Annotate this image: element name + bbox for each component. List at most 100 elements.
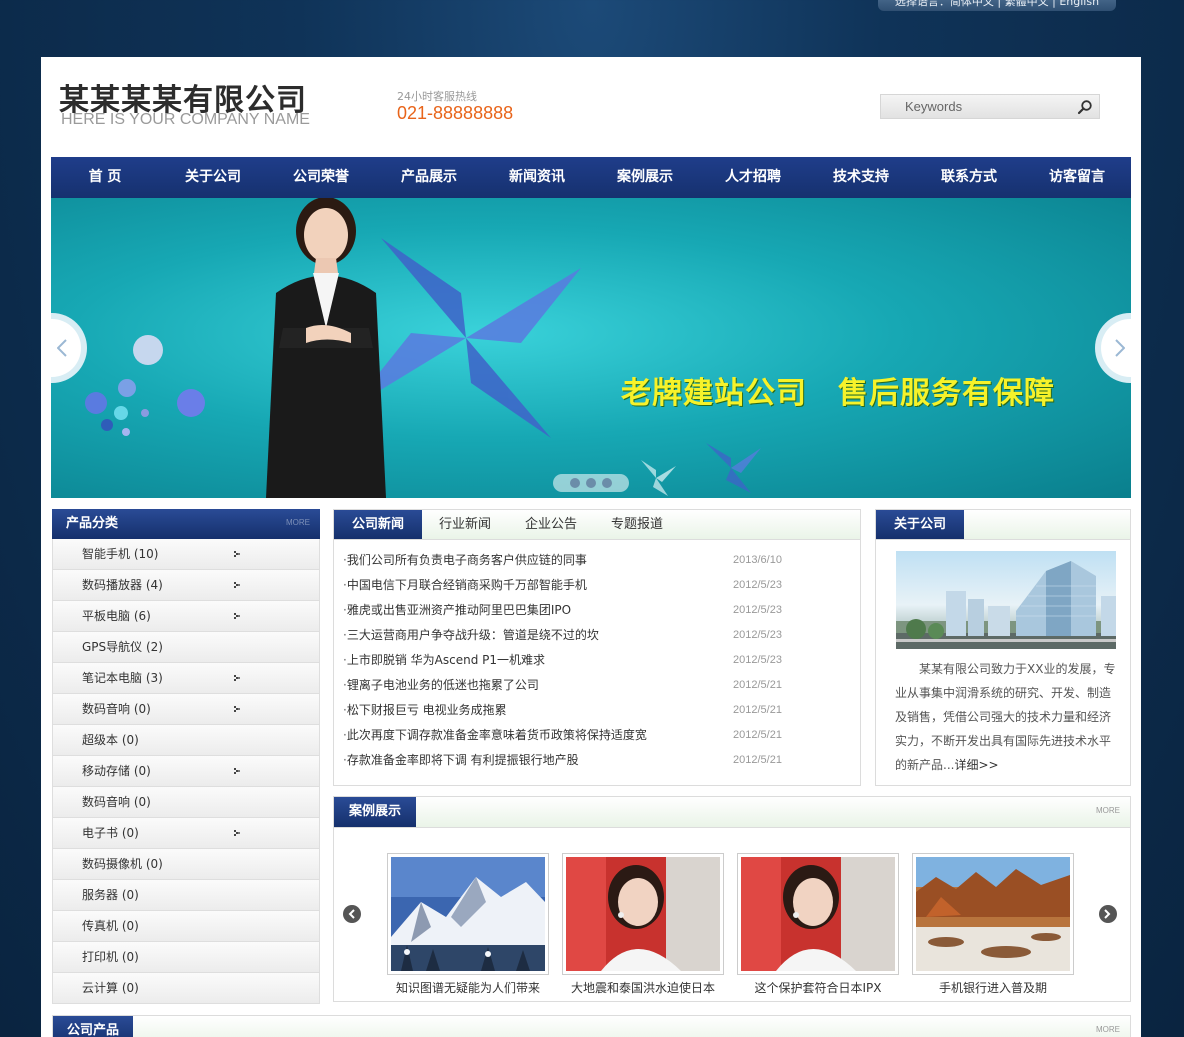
news-title[interactable]: 存款准备金率即将下调 有利提振银行地产股 <box>347 753 579 767</box>
cases-panel: 案例展示 MORE 知识图谱无疑能为人们带来 大地震和泰国洪水迫使日本 这个保护套符… <box>333 796 1131 1002</box>
category-item[interactable]: 云计算 (0) <box>52 973 320 1004</box>
case-caption[interactable]: 大地震和泰国洪水迫使日本 <box>562 979 724 996</box>
case-caption[interactable]: 这个保护套符合日本IPX <box>737 979 899 996</box>
nav-guestbook[interactable]: 访客留言 <box>1023 157 1131 198</box>
about-header: 关于公司 <box>876 510 1130 540</box>
nav-contact[interactable]: 联系方式 <box>915 157 1023 198</box>
chevron-right-icon <box>1115 339 1125 357</box>
hero-banner: 老牌建站公司 售后服务有保障 <box>51 198 1131 498</box>
case-thumbnail[interactable] <box>562 853 724 975</box>
banner-dot-2[interactable] <box>586 478 596 488</box>
tab-industry-news[interactable]: 行业新闻 <box>422 510 508 539</box>
banner-artwork <box>85 198 761 498</box>
category-item[interactable]: 平板电脑 (6) <box>52 601 320 632</box>
category-item[interactable]: 数码音响 (0) <box>52 694 320 725</box>
cases-title: 案例展示 <box>334 797 417 827</box>
case-thumbnail[interactable] <box>912 853 1074 975</box>
category-item[interactable]: 数码播放器 (4) <box>52 570 320 601</box>
category-item[interactable]: GPS导航仪 (2) <box>52 632 320 663</box>
nav-news[interactable]: 新闻资讯 <box>483 157 591 198</box>
news-item[interactable]: ·锂离子电池业务的低迷也拖累了公司 2012/5/21 <box>343 673 852 698</box>
category-item[interactable]: 数码摄像机 (0) <box>52 849 320 880</box>
case-item[interactable]: 手机银行进入普及期 <box>912 853 1074 996</box>
case-caption[interactable]: 手机银行进入普及期 <box>912 979 1074 996</box>
banner-dot-3[interactable] <box>602 478 612 488</box>
nav-products[interactable]: 产品展示 <box>375 157 483 198</box>
news-item[interactable]: ·三大运营商用户争夺战升级：管道是绕不过的坎 2012/5/23 <box>343 623 852 648</box>
about-more-link[interactable]: 详细>> <box>954 758 998 772</box>
news-item[interactable]: ·雅虎或出售亚洲资产推动阿里巴巴集团IPO 2012/5/23 <box>343 598 852 623</box>
category-item[interactable]: 服务器 (0) <box>52 880 320 911</box>
case-item[interactable]: 这个保护套符合日本IPX <box>737 853 899 996</box>
news-title[interactable]: 此次再度下调存款准备金率意味着货币政策将保持适度宽 <box>347 728 647 742</box>
about-title: 关于公司 <box>876 510 965 539</box>
category-item[interactable]: 智能手机 (10) <box>52 539 320 570</box>
products-header: 公司产品 MORE <box>53 1016 1130 1037</box>
banner-slogan: 老牌建站公司 售后服务有保障 <box>621 376 1055 411</box>
tab-company-news[interactable]: 公司新闻 <box>334 510 423 539</box>
main-nav: 首 页 关于公司 公司荣誉 产品展示 新闻资讯 案例展示 人才招聘 技术支持 联… <box>51 157 1131 198</box>
lang-option-english[interactable]: English <box>1059 0 1099 8</box>
news-title[interactable]: 上市即脱销 华为Ascend P1一机难求 <box>347 653 545 667</box>
category-item[interactable]: 移动存储 (0) <box>52 756 320 787</box>
category-label: 数码音响 (0) <box>82 702 151 716</box>
search-input[interactable] <box>881 95 1071 118</box>
news-title[interactable]: 三大运营商用户争夺战升级：管道是绕不过的坎 <box>347 628 599 642</box>
expand-arrow-icon <box>234 706 240 712</box>
category-item[interactable]: 打印机 (0) <box>52 942 320 973</box>
tab-special-reports[interactable]: 专题报道 <box>594 510 680 539</box>
news-title[interactable]: 雅虎或出售亚洲资产推动阿里巴巴集团IPO <box>347 603 571 617</box>
news-item[interactable]: ·松下财报巨亏 电视业务成拖累 2012/5/21 <box>343 698 852 723</box>
lang-option-traditional[interactable]: 繁體中文 <box>1005 0 1049 8</box>
company-products-panel: 公司产品 MORE <box>52 1015 1131 1037</box>
nav-about[interactable]: 关于公司 <box>159 157 267 198</box>
case-item[interactable]: 大地震和泰国洪水迫使日本 <box>562 853 724 996</box>
expand-arrow-icon <box>234 830 240 836</box>
cases-more-link[interactable]: MORE <box>1096 806 1120 815</box>
about-panel: 关于公司 某某有限公司致力于XX业的发展，专业从事集中润滑系统的研究、开发、制造… <box>875 509 1131 786</box>
category-more-link[interactable]: MORE <box>286 518 310 527</box>
cases-prev-button[interactable] <box>343 905 361 923</box>
news-title[interactable]: 松下财报巨亏 电视业务成拖累 <box>347 703 507 717</box>
hotline-label: 24小时客服热线 <box>397 90 477 103</box>
category-item[interactable]: 超级本 (0) <box>52 725 320 756</box>
category-item[interactable]: 传真机 (0) <box>52 911 320 942</box>
about-description: 某某有限公司致力于XX业的发展，专业从事集中润滑系统的研究、开发、制造及销售，凭… <box>895 662 1116 772</box>
case-thumbnail[interactable] <box>387 853 549 975</box>
news-item[interactable]: ·上市即脱销 华为Ascend P1一机难求 2012/5/23 <box>343 648 852 673</box>
product-category-panel: 产品分类 MORE 智能手机 (10) 数码播放器 (4) 平板电脑 (6) GPS导… <box>52 509 320 1004</box>
nav-honors[interactable]: 公司荣誉 <box>267 157 375 198</box>
category-label: 云计算 (0) <box>82 981 139 995</box>
hotline-number: 021-88888888 <box>397 103 514 123</box>
nav-jobs[interactable]: 人才招聘 <box>699 157 807 198</box>
category-label: 超级本 (0) <box>82 733 139 747</box>
category-item[interactable]: 数码音响 (0) <box>52 787 320 818</box>
news-item[interactable]: ·存款准备金率即将下调 有利提振银行地产股 2012/5/21 <box>343 748 852 773</box>
news-item[interactable]: ·中国电信下月联合经销商采购千万部智能手机 2012/5/23 <box>343 573 852 598</box>
nav-cases[interactable]: 案例展示 <box>591 157 699 198</box>
news-title[interactable]: 锂离子电池业务的低迷也拖累了公司 <box>347 678 539 692</box>
chevron-left-icon <box>348 909 355 919</box>
case-thumbnail[interactable] <box>737 853 899 975</box>
category-item[interactable]: 笔记本电脑 (3) <box>52 663 320 694</box>
tab-announcements[interactable]: 企业公告 <box>508 510 594 539</box>
banner-dot-1[interactable] <box>570 478 580 488</box>
lang-option-simplified[interactable]: 简体中文 <box>950 0 994 8</box>
case-caption[interactable]: 知识图谱无疑能为人们带来 <box>387 979 549 996</box>
products-more-link[interactable]: MORE <box>1096 1025 1120 1034</box>
news-title[interactable]: 中国电信下月联合经销商采购千万部智能手机 <box>347 578 587 592</box>
news-item[interactable]: ·我们公司所有负责电子商务客户供应链的同事 2013/6/10 <box>343 548 852 573</box>
category-item[interactable]: 电子书 (0) <box>52 818 320 849</box>
case-item[interactable]: 知识图谱无疑能为人们带来 <box>387 853 549 996</box>
category-header: 产品分类 MORE <box>52 509 320 539</box>
news-title[interactable]: 我们公司所有负责电子商务客户供应链的同事 <box>347 553 587 567</box>
nav-support[interactable]: 技术支持 <box>807 157 915 198</box>
search-icon[interactable] <box>1077 99 1093 115</box>
news-item[interactable]: ·此次再度下调存款准备金率意味着货币政策将保持适度宽 2012/5/21 <box>343 723 852 748</box>
cases-next-button[interactable] <box>1099 905 1117 923</box>
news-date: 2012/5/21 <box>733 729 782 741</box>
business-woman-figure <box>266 198 386 498</box>
news-date: 2012/5/21 <box>733 754 782 766</box>
nav-home[interactable]: 首 页 <box>51 157 159 198</box>
category-label: 平板电脑 (6) <box>82 609 151 623</box>
